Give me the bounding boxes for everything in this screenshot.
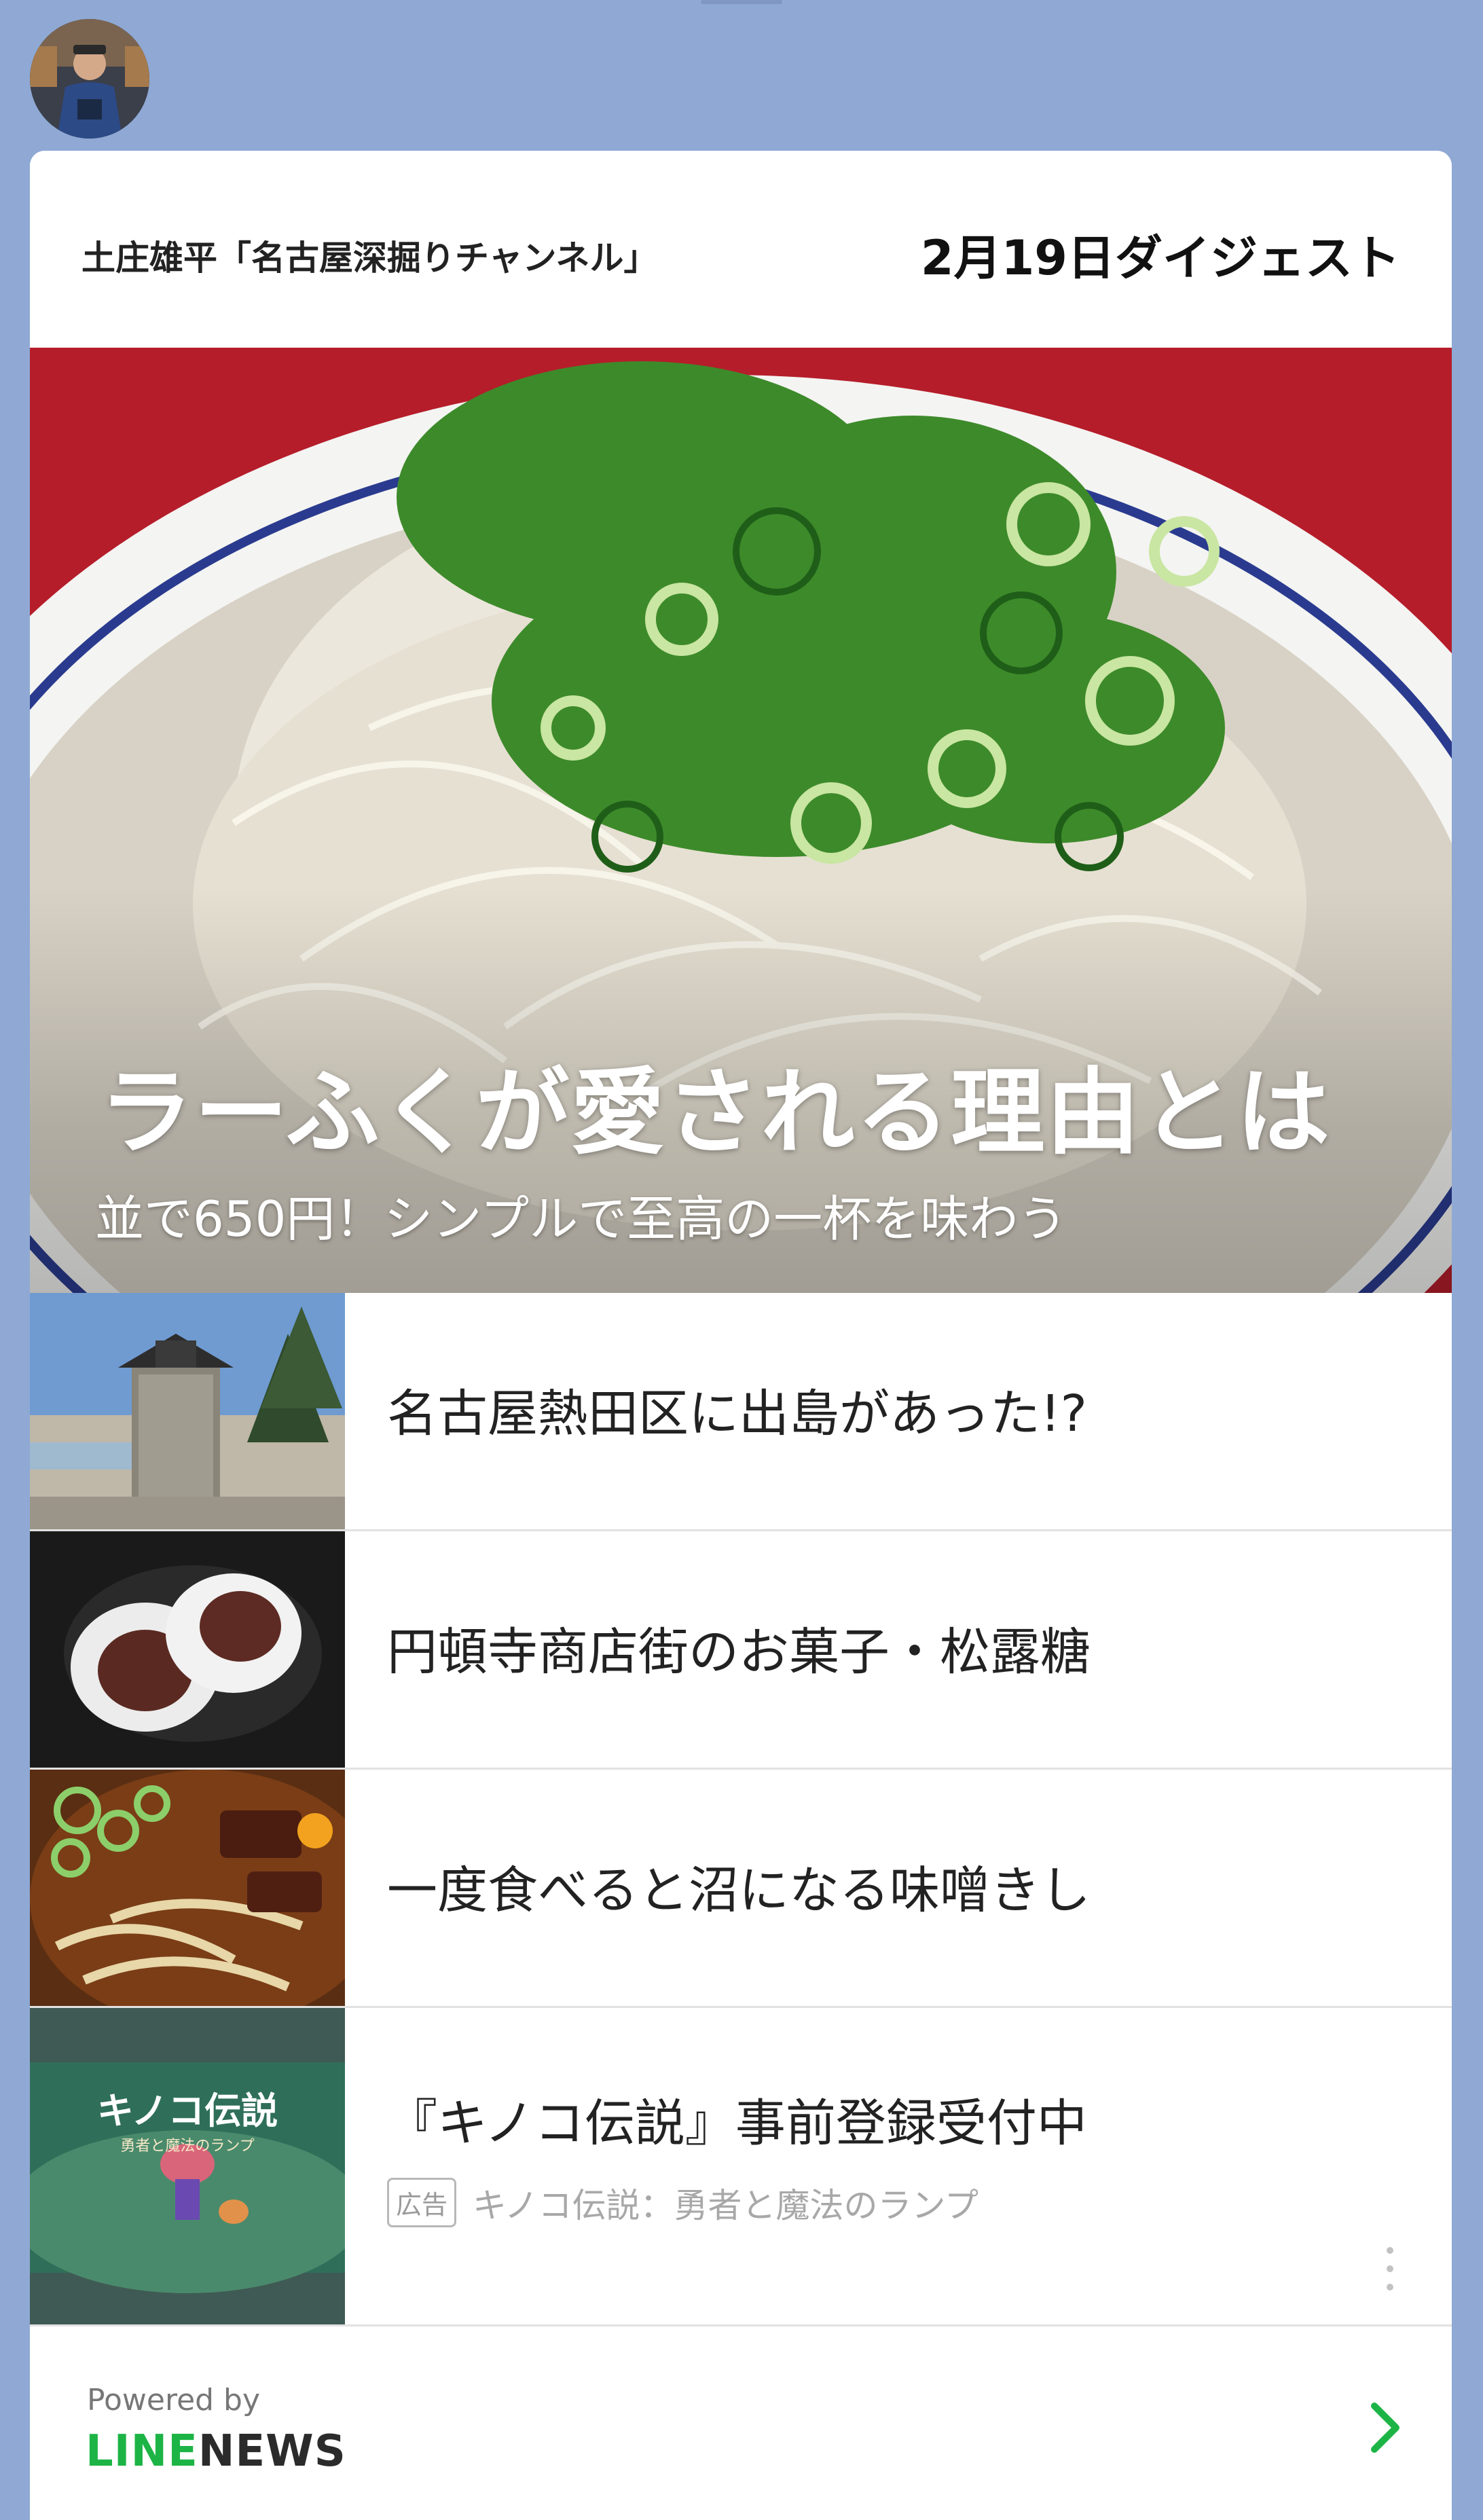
card-header: 土庄雄平「名古屋深掘りチャンネル」 2月19日ダイジェスト: [30, 151, 1452, 348]
news-title: 円頓寺商店街のお菓子・松露糖: [387, 1623, 1091, 1681]
powered-by-label: Powered by: [87, 2383, 261, 2417]
card-footer[interactable]: Powered by LINENEWS: [30, 2329, 1452, 2520]
ad-badge: 広告: [387, 2178, 457, 2227]
news-item[interactable]: 一度食べると沼になる味噌きし: [30, 1770, 1452, 2008]
ad-source: キノコ伝説：勇者と魔法のランプ: [473, 2185, 979, 2225]
hero-title: ラーふくが愛される理由とは: [99, 1058, 1332, 1167]
news-thumbnail: [30, 1770, 345, 2006]
ad-item[interactable]: キノコ伝説 勇者と魔法のランプ 『キノコ伝説』事前登録受付中 広告 キノコ伝説：…: [30, 2008, 1452, 2326]
line-news-logo: LINENEWS: [86, 2426, 346, 2477]
more-vertical-icon[interactable]: [1387, 2247, 1395, 2290]
digest-card: 土庄雄平「名古屋深掘りチャンネル」 2月19日ダイジェスト ラーふくが愛される理…: [30, 151, 1452, 2520]
chevron-right-icon[interactable]: [1365, 2400, 1406, 2455]
channel-name[interactable]: 土庄雄平「名古屋深掘りチャンネル」: [81, 231, 658, 280]
hero-subtitle: 並で650円！シンプルで至高の一杯を味わう: [95, 1190, 1067, 1247]
ad-thumbnail: キノコ伝説 勇者と魔法のランプ: [30, 2008, 345, 2324]
news-item[interactable]: 名古屋熱田区に出島があった!?: [30, 1293, 1452, 1531]
logo-news-text: NEWS: [198, 2426, 346, 2477]
logo-line-text: LINE: [86, 2426, 198, 2477]
digest-title: 2月19日ダイジェスト: [920, 230, 1400, 286]
ad-thumb-logo: キノコ伝説: [97, 2089, 278, 2132]
news-title: 一度食べると沼になる味噌きし: [387, 1861, 1091, 1920]
news-thumbnail: [30, 1293, 345, 1529]
ad-title: 『キノコ伝説』事前登録受付中: [387, 2094, 1087, 2153]
ad-thumb-subtitle: 勇者と魔法のランプ: [120, 2138, 254, 2155]
ad-meta: 広告 キノコ伝説：勇者と魔法のランプ: [387, 2178, 978, 2227]
hero-article[interactable]: ラーふくが愛される理由とは 並で650円！シンプルで至高の一杯を味わう: [30, 348, 1452, 1293]
news-item[interactable]: 円頓寺商店街のお菓子・松露糖: [30, 1531, 1452, 1770]
news-thumbnail: [30, 1531, 345, 1768]
top-handle: [701, 0, 782, 4]
channel-avatar[interactable]: [30, 19, 149, 139]
news-title: 名古屋熱田区に出島があった!?: [387, 1385, 1087, 1443]
